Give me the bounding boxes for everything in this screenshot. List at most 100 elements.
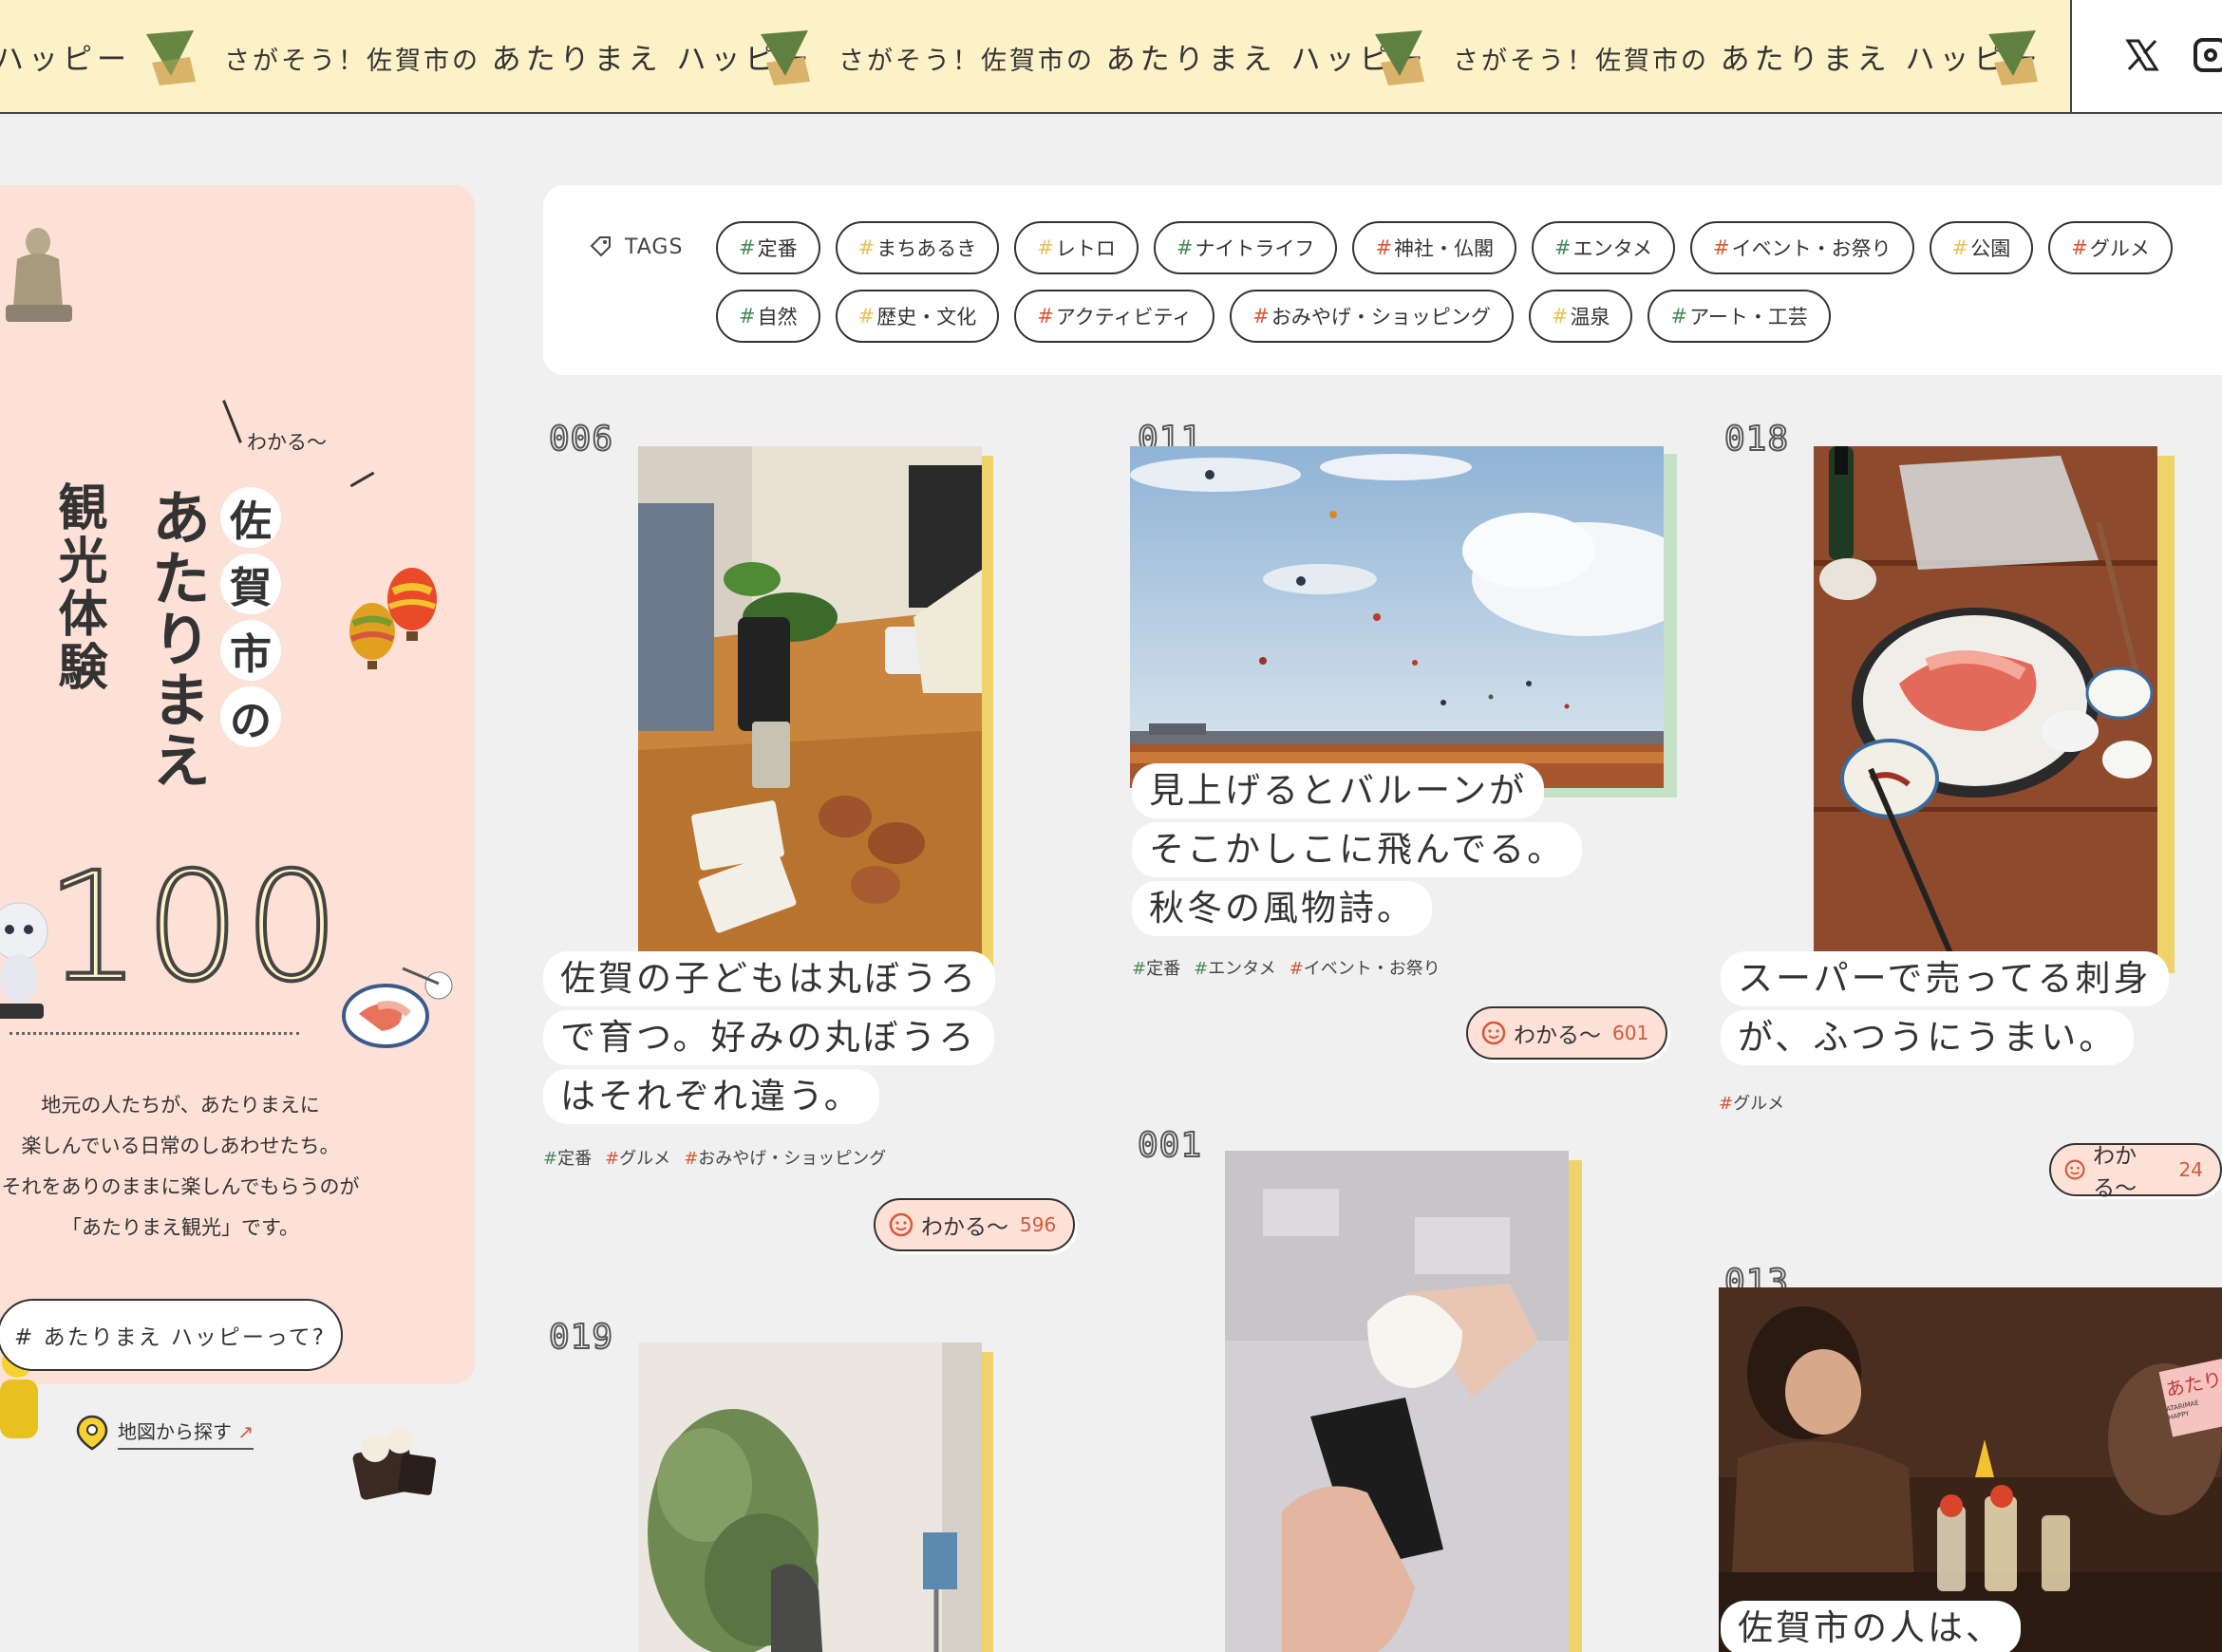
card-caption: 佐賀市の人は、 <box>1721 1601 2021 1652</box>
tag-icon <box>590 236 611 257</box>
card-photo-marubouro[interactable] <box>638 446 982 967</box>
hash-mark: # <box>1551 305 1569 328</box>
marquee-text-big: ハッピー <box>0 42 131 77</box>
title-city-char: 佐 <box>220 487 281 548</box>
card-caption: スーパーで売ってる刺身 が、ふつうにうまい。 <box>1721 951 2169 1065</box>
hash-mark: # <box>1554 236 1572 259</box>
marquee-item: ハッピー <box>0 0 131 112</box>
tag-label: アクティビティ <box>1055 306 1193 329</box>
tag-label: 公園 <box>1970 237 2011 260</box>
marquee-text-small: さがそう！佐賀市の <box>1453 46 1709 76</box>
hash-mark: # <box>1713 236 1730 259</box>
card-photo-garden[interactable] <box>638 1342 982 1652</box>
caption-line: 佐賀の子どもは丸ぼうろ <box>543 951 995 1006</box>
card-tag[interactable]: #定番 <box>1132 955 1180 980</box>
marquee-item: さがそう！佐賀市の あたりまえ ハッピー <box>224 0 813 112</box>
tag-label: アート・工芸 <box>1689 306 1808 329</box>
social-links <box>2070 0 2222 112</box>
tag-chip[interactable]: # 自然 <box>716 290 820 343</box>
card-caption: 佐賀の子どもは丸ぼうろ で育つ。好みの丸ぼうろ はそれぞれ違う。 <box>543 951 995 1124</box>
tag-list: # 定番 # まちあるき # レトロ # ナイトライフ # 神社・仏閣 # エンタメ # イベント・お祭り… <box>716 221 2222 343</box>
caption-line: 佐賀市の人は、 <box>1721 1601 2021 1652</box>
balloon-illustration <box>349 568 437 669</box>
hash-mark: # <box>1375 236 1393 259</box>
card-number: 018 <box>1723 419 1790 460</box>
tag-label: エンタメ <box>1572 237 1653 260</box>
dotted-divider <box>9 1032 299 1035</box>
tag-chip[interactable]: # 温泉 <box>1528 290 1633 343</box>
tag-chip[interactable]: # エンタメ <box>1532 221 1676 274</box>
card-tag[interactable]: #グルメ <box>605 1145 670 1170</box>
tag-chip[interactable]: # 公園 <box>1929 221 2034 274</box>
card-tag[interactable]: #おみやげ・ショッピング <box>684 1145 886 1170</box>
tag-label: 自然 <box>757 306 798 329</box>
map-link-label: 地図から探す ↗ <box>118 1417 254 1450</box>
tag-chip[interactable]: # まちあるき <box>835 221 1000 274</box>
card-tag[interactable]: #イベント・お祭り <box>1290 955 1441 980</box>
card-tags: #グルメ <box>1719 1090 1784 1115</box>
card-photo-cafe[interactable]: あたり ATARIMAE HAPPY <box>1719 1287 2222 1652</box>
decor-line <box>222 400 242 443</box>
card-photo-sashimi[interactable] <box>1814 446 2157 967</box>
card-tag[interactable]: #エンタメ <box>1194 955 1276 980</box>
wakaru-like-button[interactable]: わかる〜 596 <box>874 1198 1076 1251</box>
hash-mark: # <box>1670 305 1688 328</box>
caption-line: が、ふつうにうまい。 <box>1721 1010 2135 1065</box>
tag-label: レトロ <box>1055 237 1116 260</box>
card-photo-onigiri[interactable] <box>1225 1151 1569 1652</box>
tag-label: グルメ <box>2089 237 2150 260</box>
hash-mark: # <box>1951 236 1969 259</box>
card-tag[interactable]: #グルメ <box>1719 1090 1784 1115</box>
tag-chip[interactable]: # 定番 <box>716 221 820 274</box>
tag-chip[interactable]: # レトロ <box>1014 221 1139 274</box>
tag-chip[interactable]: # アート・工芸 <box>1648 290 1831 343</box>
caption-line: で育つ。好みの丸ぼうろ <box>543 1010 994 1065</box>
tag-chip[interactable]: # 歴史・文化 <box>835 290 1000 343</box>
tag-chip[interactable]: # グルメ <box>2048 221 2173 274</box>
caption-line: 秋冬の風物詩。 <box>1132 881 1432 936</box>
wakaru-label: わかる〜 <box>921 1215 1008 1240</box>
description-line: 楽しんでいる日常のしあわせたち。 <box>21 1135 340 1157</box>
card-number: 006 <box>548 419 614 460</box>
map-pin-icon <box>76 1415 108 1451</box>
tag-label: 歴史・文化 <box>876 306 977 329</box>
tag-chip[interactable]: # ナイトライフ <box>1153 221 1338 274</box>
hash-mark: # <box>1037 305 1054 328</box>
marquee-item: さがそう！佐賀市の あたりまえ ハッピー <box>838 0 1427 112</box>
marquee-item: さがそう！佐賀市の あたりまえ ハッピー <box>1453 0 2042 112</box>
wakaru-label: わかる〜 <box>1514 1023 1601 1048</box>
marquee: ハッピー さがそう！佐賀市の あたりまえ ハッピー さがそう！佐賀市の あたりま… <box>0 0 2070 112</box>
tags-panel: TAGS # 定番 # まちあるき # レトロ # ナイトライフ # 神社・仏閣 # エンタメ # イベン… <box>543 185 2222 375</box>
map-search-link[interactable]: 地図から探す ↗ <box>76 1415 254 1451</box>
description-line: 「あたりまえ観光」です。 <box>62 1216 299 1239</box>
card-caption: 見上げるとバルーンが そこかしこに飛んでる。 秋冬の風物詩。 <box>1132 763 1583 936</box>
hash-mark: # <box>739 236 756 259</box>
tag-label: 定番 <box>757 237 798 260</box>
wakaru-like-button[interactable]: わかる〜 601 <box>1466 1006 1668 1060</box>
instagram-icon[interactable] <box>2194 38 2222 72</box>
smile-icon <box>2064 1159 2085 1180</box>
card-photo-balloons[interactable] <box>1130 446 1664 788</box>
description-line: それをありのままに楽しんでもらうのが <box>1 1175 360 1198</box>
leaf-onigiri-icon <box>761 30 810 85</box>
tag-chip[interactable]: # おみやげ・ショッピング <box>1230 290 1514 343</box>
hash-mark: # <box>857 305 876 328</box>
title-sub: 観光体験 <box>49 481 107 694</box>
tag-chip[interactable]: # 神社・仏閣 <box>1352 221 1517 274</box>
hash-mark: # <box>1037 236 1054 259</box>
wakaru-like-button[interactable]: わかる〜 24 <box>2049 1143 2222 1201</box>
title-city-char: 市 <box>220 620 281 681</box>
card-tags: #定番 #グルメ #おみやげ・ショッピング <box>543 1145 886 1170</box>
external-arrow-icon: ↗ <box>237 1419 254 1443</box>
title-city-char: の <box>220 686 281 747</box>
happy-about-button[interactable]: # あたりまえ ハッピーって? <box>0 1299 343 1371</box>
tag-chip[interactable]: # イベント・お祭り <box>1690 221 1914 274</box>
x-logo-icon[interactable] <box>2125 38 2159 72</box>
description-line: 地元の人たちが、あたりまえに <box>41 1094 320 1117</box>
marquee-text-small: さがそう！佐賀市の <box>838 46 1095 76</box>
tag-chip[interactable]: # アクティビティ <box>1014 290 1215 343</box>
caption-line: そこかしこに飛んでる。 <box>1132 822 1583 877</box>
card-tag[interactable]: #定番 <box>543 1145 592 1170</box>
smile-icon <box>889 1212 913 1237</box>
tags-heading: TAGS <box>589 235 683 259</box>
